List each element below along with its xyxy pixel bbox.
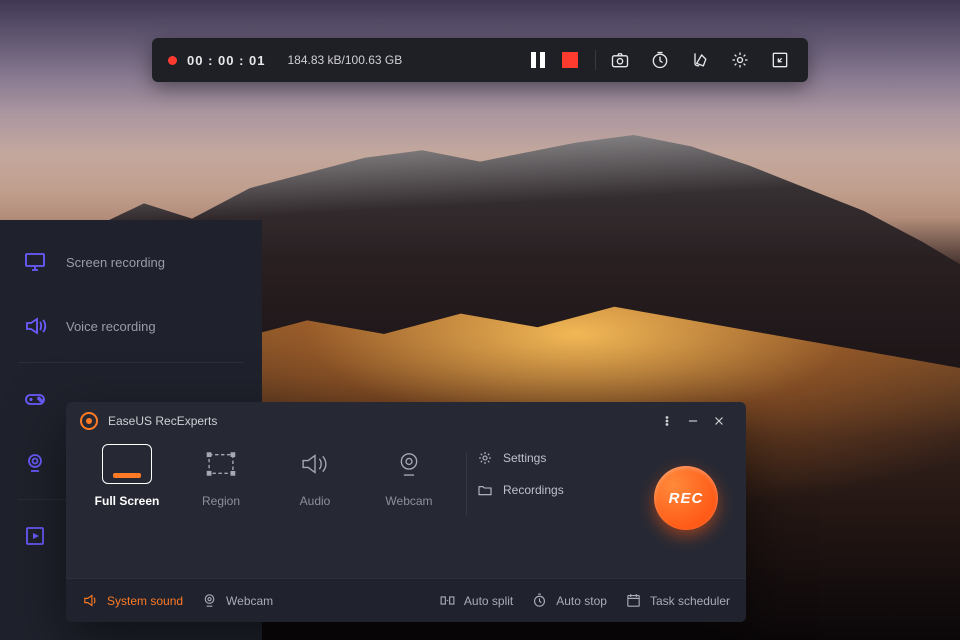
bottom-label: Auto stop: [556, 594, 607, 608]
app-logo-icon: [80, 412, 98, 430]
app-panel: EaseUS RecExperts Full Screen Region: [66, 402, 746, 622]
close-icon: [712, 414, 726, 428]
annotate-button[interactable]: [690, 50, 710, 70]
webcam-small-icon: [201, 592, 218, 609]
record-button[interactable]: REC: [654, 466, 718, 530]
bottom-toolbar: System sound Webcam Auto split Auto stop…: [66, 578, 746, 622]
sidebar-item-voice-recording[interactable]: Voice recording: [0, 294, 262, 358]
minimize-button[interactable]: [680, 408, 706, 434]
stop-icon: [562, 52, 578, 68]
pen-icon: [690, 50, 710, 70]
bottom-label: System sound: [107, 594, 183, 608]
folder-icon: [477, 482, 493, 498]
toggle-auto-stop[interactable]: Auto stop: [531, 592, 607, 609]
sidebar-item-label: Screen recording: [66, 255, 165, 270]
mode-full-screen[interactable]: Full Screen: [80, 444, 174, 508]
link-label: Settings: [503, 451, 546, 465]
settings-button[interactable]: [730, 50, 750, 70]
mode-label: Audio: [300, 494, 331, 508]
webcam-mode-icon: [384, 444, 434, 484]
speaker-icon: [22, 313, 48, 339]
storage-label: 184.83 kB/100.63 GB: [288, 53, 403, 67]
bottom-label: Webcam: [226, 594, 273, 608]
app-titlebar: EaseUS RecExperts: [66, 402, 746, 440]
gear-icon: [730, 50, 750, 70]
mode-label: Webcam: [385, 494, 432, 508]
divider: [595, 50, 596, 70]
bottom-label: Auto split: [464, 594, 513, 608]
recording-toolbar: 00 : 00 : 01 184.83 kB/100.63 GB: [152, 38, 808, 82]
full-screen-icon: [102, 444, 152, 484]
mode-webcam[interactable]: Webcam: [362, 444, 456, 508]
monitor-icon: [22, 249, 48, 275]
webcam-icon: [22, 450, 48, 476]
collapse-icon: [770, 50, 790, 70]
more-button[interactable]: [654, 408, 680, 434]
timer-small-icon: [531, 592, 548, 609]
stop-button[interactable]: [559, 49, 581, 71]
region-icon: [196, 444, 246, 484]
toggle-system-sound[interactable]: System sound: [82, 592, 183, 609]
pause-icon: [531, 52, 545, 68]
play-square-icon: [22, 523, 48, 549]
camera-icon: [610, 50, 630, 70]
split-icon: [439, 592, 456, 609]
record-timer: 00 : 00 : 01: [187, 53, 266, 68]
mode-audio[interactable]: Audio: [268, 444, 362, 508]
divider: [18, 362, 244, 363]
minimize-icon: [686, 414, 700, 428]
more-vertical-icon: [660, 414, 674, 428]
record-indicator-icon: [168, 56, 177, 65]
mode-label: Full Screen: [95, 494, 160, 508]
link-label: Recordings: [503, 483, 564, 497]
bottom-label: Task scheduler: [650, 594, 730, 608]
mode-region[interactable]: Region: [174, 444, 268, 508]
gamepad-icon: [22, 386, 48, 412]
clock-icon: [650, 50, 670, 70]
calendar-icon: [625, 592, 642, 609]
timer-button[interactable]: [650, 50, 670, 70]
sidebar-item-label: Voice recording: [66, 319, 156, 334]
link-recordings[interactable]: Recordings: [477, 482, 564, 498]
sidebar-item-screen-recording[interactable]: Screen recording: [0, 230, 262, 294]
audio-icon: [290, 444, 340, 484]
toggle-auto-split[interactable]: Auto split: [439, 592, 513, 609]
record-button-label: REC: [669, 490, 704, 507]
close-button[interactable]: [706, 408, 732, 434]
minimize-to-tray-button[interactable]: [770, 50, 790, 70]
task-scheduler-button[interactable]: Task scheduler: [625, 592, 730, 609]
toggle-webcam[interactable]: Webcam: [201, 592, 273, 609]
speaker-on-icon: [82, 592, 99, 609]
link-settings[interactable]: Settings: [477, 450, 564, 466]
mode-label: Region: [202, 494, 240, 508]
gear-icon: [477, 450, 493, 466]
app-title: EaseUS RecExperts: [108, 414, 217, 428]
screenshot-button[interactable]: [610, 50, 630, 70]
divider: [466, 452, 467, 516]
pause-button[interactable]: [527, 49, 549, 71]
